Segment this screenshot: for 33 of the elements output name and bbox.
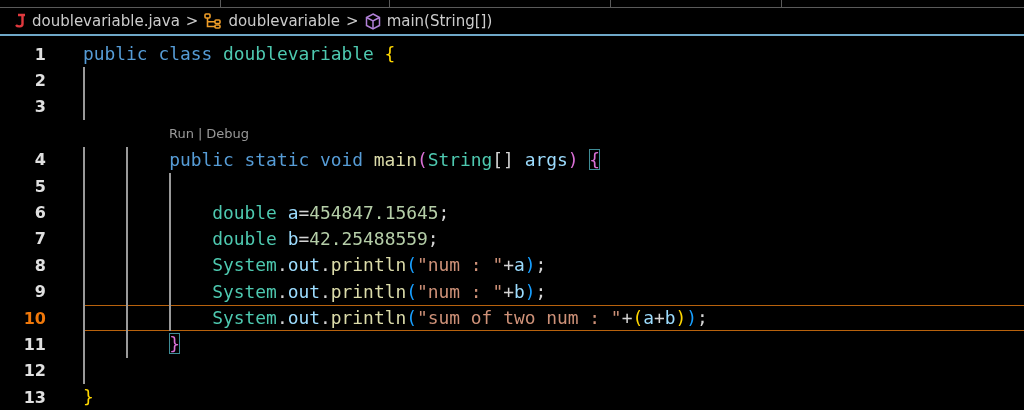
line-number: 2 [33,71,46,91]
breadcrumb-separator: > [185,12,199,30]
codelens-separator: | [197,125,203,141]
line-number: 7 [33,229,46,249]
class-icon [204,13,223,29]
line-number: 8 [33,255,46,275]
line-number: 13 [22,387,46,407]
line-number: 11 [22,335,46,354]
line-number: 6 [33,203,46,223]
line-number: 3 [33,97,46,117]
code-line: public class doublevariable { [83,42,396,67]
java-file-icon [14,13,26,29]
cube-icon [364,12,381,30]
line-number: 9 [33,282,46,302]
line-number: 1 [33,44,46,64]
line-number: 10 [22,308,46,328]
breadcrumb-item[interactable]: doublevariable.java [32,12,180,30]
code-line: } [168,332,180,357]
breadcrumb-item[interactable]: main(String[]) [386,12,493,30]
codelens-link[interactable]: Run [169,125,194,141]
codelens-link[interactable]: Debug [206,125,250,141]
breadcrumb-item[interactable]: doublevariable [228,12,341,30]
breadcrumb-separator: > [346,12,359,30]
code-line: double a=454847.15645; [211,200,450,225]
code-line: double b=42.25488559; [211,226,439,251]
code-line: } [83,385,94,410]
line-number: 5 [33,176,46,196]
line-number: 12 [22,361,46,381]
code-line: public static void main(String[] args) { [168,147,601,172]
line-number: 4 [33,150,46,170]
code-line: System.out.println("num : "+b); [211,279,547,304]
code-line: System.out.println("sum of two num : "+(a+b)); [211,306,708,331]
code-line: System.out.println("num : "+a); [211,253,547,278]
